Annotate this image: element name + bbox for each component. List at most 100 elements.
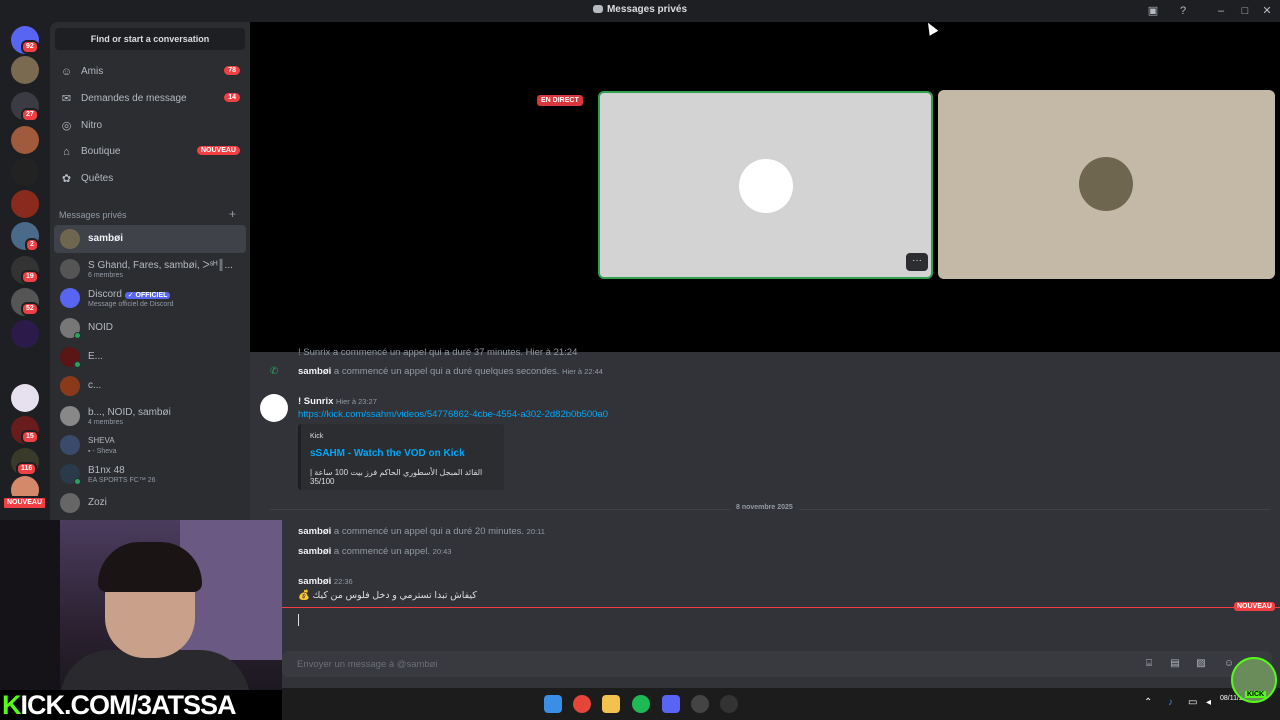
dm-item-noid[interactable]: NOID <box>54 314 246 342</box>
message-input[interactable] <box>297 656 1097 672</box>
gift-icon[interactable]: ⌸ <box>1142 657 1156 671</box>
nav-label: Amis <box>81 66 104 77</box>
media-player-icon[interactable] <box>691 695 709 713</box>
avatar <box>60 376 80 396</box>
webcam-overlay <box>0 520 282 690</box>
tray-chevron-icon[interactable]: ⌃ <box>1144 697 1152 708</box>
dm-item-b1nx[interactable]: B1nx 48 EA SPORTS FC™ 26 <box>54 460 246 488</box>
avatar <box>260 394 288 422</box>
server-blue-icon[interactable] <box>11 352 39 380</box>
online-status <box>74 332 81 339</box>
gif-icon[interactable]: ▤ <box>1168 657 1182 671</box>
dm-name: E... <box>88 351 104 362</box>
new-messages-divider <box>270 607 1280 608</box>
dm-name: b..., NOID, sambøi <box>88 407 171 418</box>
dm-item-group2[interactable]: b..., NOID, sambøi 4 membres <box>54 402 246 430</box>
nav-label: Nitro <box>81 120 103 131</box>
server-badge: NOUVEAU <box>2 496 48 510</box>
recording-icon[interactable] <box>720 695 738 713</box>
live-badge: EN DIRECT <box>537 95 583 106</box>
dm-sidebar: Find or start a conversation ☺ Amis 78 ✉… <box>50 22 250 520</box>
system-message: sambøi a commencé un appel qui a duré 20… <box>298 526 545 537</box>
dm-name: B1nx 48 <box>88 465 125 476</box>
dm-item-group[interactable]: S Ghand, Fares, sambøi, ᐳˢᴴ║... 6 membre… <box>54 255 246 283</box>
title-bar: Messages privés ▣ ? – □ ✕ <box>0 0 1280 22</box>
dm-item-zozi[interactable]: Zozi <box>54 489 246 517</box>
system-message: sambøi a commencé un appel. 20:43 <box>298 546 452 557</box>
avatar <box>60 259 80 279</box>
dm-name: Discord ✓ OFFICIEL <box>88 289 171 300</box>
dm-sub: 6 membres <box>88 272 124 279</box>
dm-item-discord[interactable]: Discord ✓ OFFICIEL Message officiel de D… <box>54 284 246 312</box>
nav-shop[interactable]: ⌂ Boutique NOUVEAU <box>54 140 246 164</box>
more-options-button[interactable]: ··· <box>906 253 928 271</box>
nav-label: Demandes de message <box>81 93 187 104</box>
server-red-icon[interactable] <box>11 190 39 218</box>
streamer-avatar: KICK <box>1231 657 1277 703</box>
volume-icon[interactable]: ◂ <box>1206 697 1211 708</box>
avatar-green-icon[interactable] <box>11 56 39 84</box>
online-status <box>74 478 81 485</box>
server-badge: 27 <box>21 108 39 122</box>
message-text: 💰 كيفاش تبدا تسترمي و دخل فلوس من كيك <box>298 590 477 601</box>
chat-area: ! Sunrix a commencé un appel qui a duré … <box>250 347 1280 688</box>
taskbar: ⌃ ♪ ▭ ◂ 08/11/2025 <box>282 688 1280 720</box>
call-tile[interactable] <box>938 90 1275 279</box>
server-badge: 116 <box>16 462 38 476</box>
server-badge: 15 <box>21 430 39 444</box>
nav-label: Quêtes <box>81 173 114 184</box>
window-title: Messages privés <box>0 4 1280 15</box>
online-status <box>74 361 81 368</box>
link-embed: Kick sSAHM - Watch the VOD on Kick القائ… <box>298 424 504 490</box>
chrome-icon[interactable] <box>573 695 591 713</box>
sticker-icon[interactable]: ▨ <box>1194 657 1208 671</box>
nav-quests[interactable]: ✿ Quêtes <box>54 167 246 191</box>
message-link[interactable]: https://kick.com/ssahm/videos/54776862-4… <box>298 409 608 420</box>
kick-server-icon[interactable] <box>11 126 39 154</box>
nav-friends[interactable]: ☺ Amis 78 <box>54 60 246 84</box>
spotify-icon[interactable] <box>632 695 650 713</box>
message-header: sambøi 22:36 <box>298 576 353 587</box>
help-icon[interactable]: ? <box>1176 4 1190 18</box>
dm-section-header: Messages privés <box>59 210 127 220</box>
dm-sub: 4 membres <box>88 419 124 426</box>
official-badge: ✓ OFFICIEL <box>124 292 171 299</box>
dm-sub: EA SPORTS FC™ 26 <box>88 477 156 484</box>
inbox-icon[interactable]: ▣ <box>1146 4 1160 18</box>
maximize-icon[interactable]: □ <box>1238 4 1252 18</box>
microphone-icon[interactable]: ♪ <box>1168 697 1173 708</box>
valorant-icon[interactable] <box>11 384 39 412</box>
date-separator: 8 novembre 2025 <box>270 504 1270 511</box>
find-conversation-button[interactable]: Find or start a conversation <box>55 28 245 50</box>
dm-name: NOID <box>88 322 113 333</box>
embed-provider: Kick <box>310 433 324 440</box>
participant-avatar <box>1079 157 1133 211</box>
embed-title[interactable]: sSAHM - Watch the VOD on Kick <box>310 448 465 459</box>
network-icon[interactable]: ▭ <box>1188 697 1197 708</box>
windows-start-icon[interactable] <box>544 695 562 713</box>
message-header: ! Sunrix Hier à 23:27 <box>298 396 377 407</box>
discord-icon[interactable] <box>662 695 680 713</box>
server-purple-icon[interactable] <box>11 320 39 348</box>
nav-nitro[interactable]: ◎ Nitro <box>54 114 246 138</box>
system-message: sambøi a commencé un appel qui a duré qu… <box>298 366 603 377</box>
dm-item-samboi[interactable]: sambøi <box>54 225 246 253</box>
message-composer[interactable]: ⌸ ▤ ▨ ☺ <box>282 651 1272 677</box>
dm-name: S Ghand, Fares, sambøi, ᐳˢᴴ║... <box>88 260 233 271</box>
add-dm-icon[interactable]: + <box>229 207 236 221</box>
dm-sub: Message officiel de Discord <box>88 301 174 308</box>
call-tile-speaking[interactable]: ··· <box>598 91 933 279</box>
dm-item-sheva[interactable]: SHEVA ▪ - Sheva <box>54 431 246 459</box>
nav-message-requests[interactable]: ✉ Demandes de message 14 <box>54 87 246 111</box>
server-dark-icon[interactable] <box>11 158 39 186</box>
file-explorer-icon[interactable] <box>602 695 620 713</box>
shop-icon: ⌂ <box>63 146 70 158</box>
dm-item-e[interactable]: E... <box>54 343 246 371</box>
discord-icon <box>60 288 80 308</box>
close-icon[interactable]: ✕ <box>1260 4 1274 18</box>
dm-item-c[interactable]: c... <box>54 372 246 400</box>
minimize-icon[interactable]: – <box>1214 4 1228 18</box>
call-panel: EN DIRECT ··· <box>250 22 1280 352</box>
embed-description: القائد المبجل الأسطوري الحاكم فرز بيت 10… <box>310 468 483 486</box>
avatar <box>60 493 80 513</box>
